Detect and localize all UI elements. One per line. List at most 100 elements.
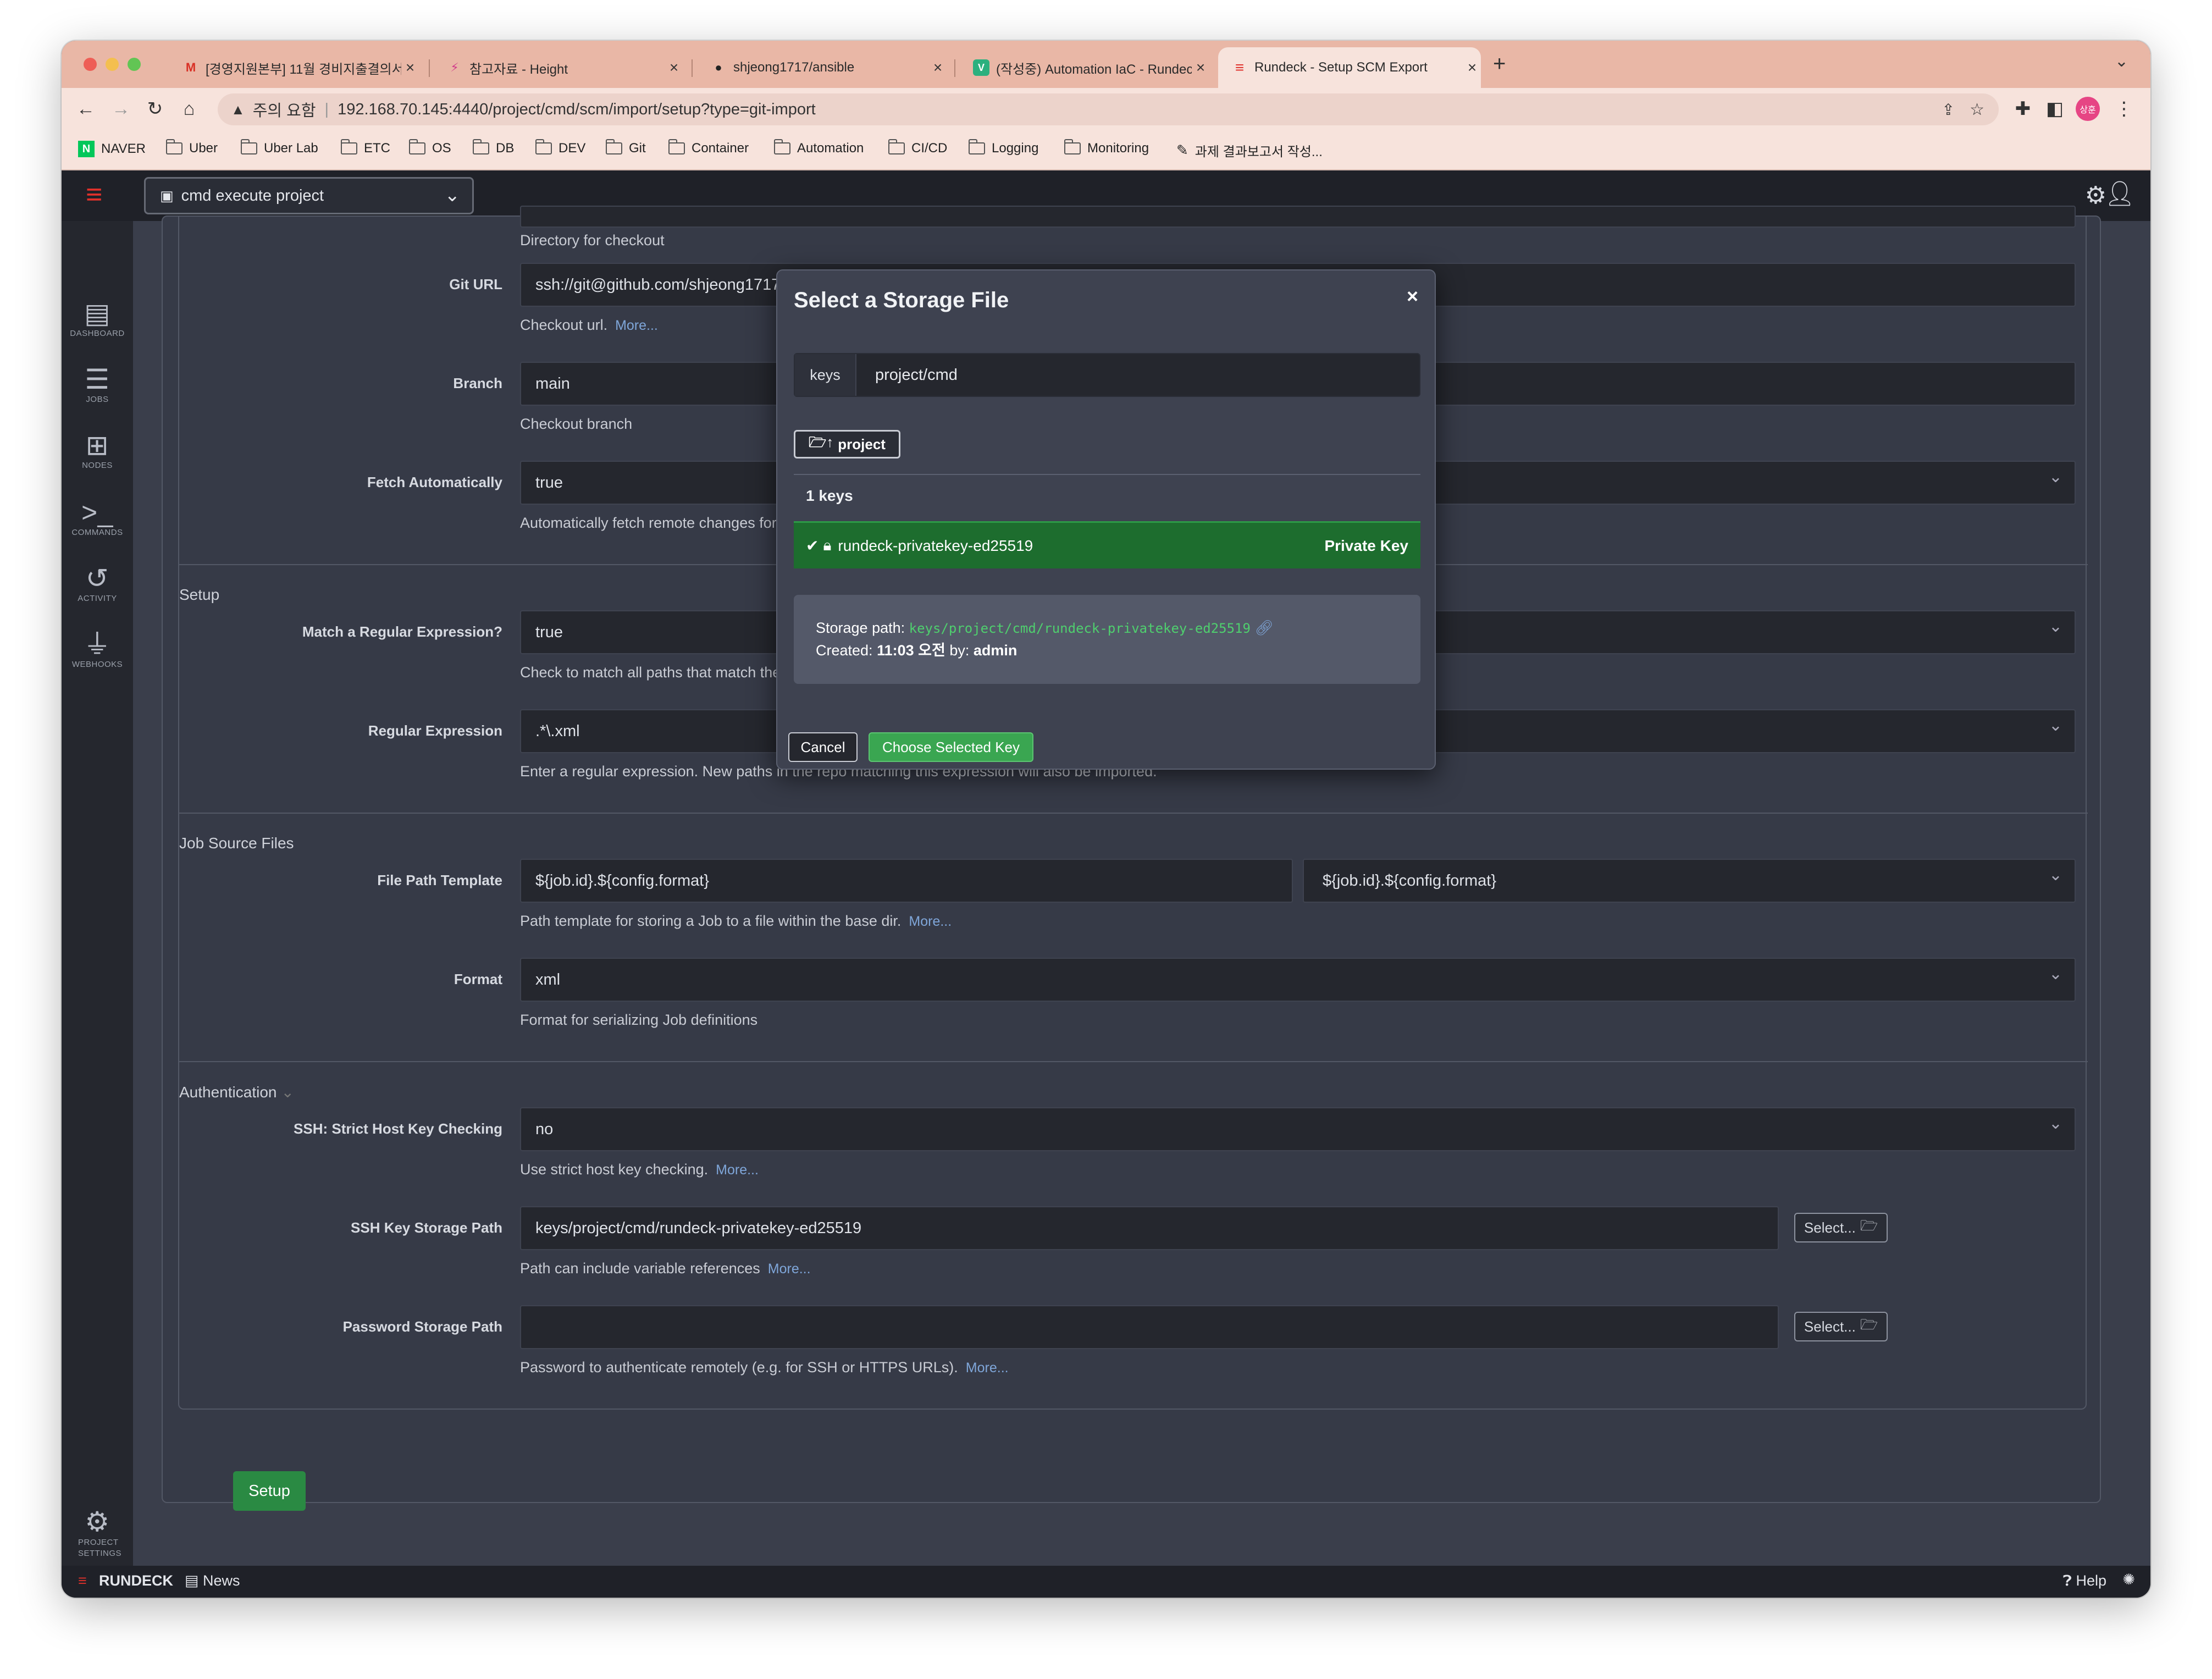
tab-automation-iac[interactable]: V (작성중) Automation IaC - Rundeck × — [962, 47, 1209, 88]
maximize-window-button[interactable] — [128, 58, 141, 71]
bookmark-folder[interactable]: Container — [668, 139, 749, 156]
profile-avatar[interactable]: 상훈 — [2076, 97, 2100, 121]
checkout-dir-help: Directory for checkout — [520, 232, 665, 248]
home-icon[interactable]: ⌂ — [176, 96, 202, 122]
sidebar-item-project-settings[interactable]: ⚙ PROJECT SETTINGS — [62, 1506, 133, 1559]
close-tab-icon[interactable]: × — [401, 59, 419, 76]
folder-open-icon: 🗁︎ — [1860, 1217, 1878, 1234]
bookmark-star-icon[interactable]: ☆ — [1970, 100, 1984, 119]
file-path-more-link[interactable]: More... — [909, 914, 952, 929]
modal-close-icon[interactable]: × — [1407, 285, 1418, 308]
bookmark-folder[interactable]: Git — [606, 139, 646, 156]
created-by: admin — [973, 642, 1017, 659]
sidebar-item-commands[interactable]: >_ COMMANDS — [62, 497, 133, 537]
bookmark-naver[interactable]: N NAVER — [78, 141, 146, 157]
browser-menu-icon[interactable]: ⋮ — [2111, 96, 2137, 122]
tab-rundeck[interactable]: ≡ Rundeck - Setup SCM Export × — [1218, 47, 1481, 88]
share-icon[interactable]: ⇪ — [1942, 101, 1955, 119]
format-select[interactable]: xml — [520, 958, 2076, 1002]
git-url-more-link[interactable]: More... — [615, 318, 658, 333]
rundeck-logo-icon[interactable]: ≡ — [86, 180, 102, 209]
close-tab-icon[interactable]: × — [929, 59, 947, 76]
cancel-button[interactable]: Cancel — [788, 732, 858, 762]
password-more-link[interactable]: More... — [966, 1360, 1009, 1376]
key-list-item[interactable]: ✔ 🔒︎ rundeck-privatekey-ed25519 Private … — [794, 521, 1420, 568]
ssh-key-path-input[interactable]: keys/project/cmd/rundeck-privatekey-ed25… — [520, 1206, 1779, 1250]
forward-icon[interactable]: → — [108, 96, 134, 122]
sitemap-icon: ⊞ — [85, 430, 109, 461]
link-icon[interactable]: 🔗︎ — [1254, 620, 1273, 636]
sidebar-item-jobs[interactable]: ☰ JOBS — [62, 364, 133, 404]
bookmark-folder[interactable]: Uber — [166, 139, 218, 156]
setup-button[interactable]: Setup — [233, 1471, 306, 1511]
gmail-icon: M — [185, 60, 196, 74]
bookmark-folder[interactable]: OS — [409, 139, 451, 156]
bookmark-folder[interactable]: ETC — [341, 139, 390, 156]
bookmark-folder[interactable]: Monitoring — [1064, 139, 1149, 156]
user-icon[interactable]: 👤︎ — [2104, 179, 2135, 208]
password-path-input[interactable] — [520, 1305, 1779, 1349]
strict-host-help: Use strict host key checking. More... — [520, 1161, 759, 1178]
bookmark-report[interactable]: ✎ 과제 결과보고서 작성... — [1176, 141, 1323, 160]
address-bar[interactable]: ▲ 주의 요함 | 192.168.70.145:4440/project/cm… — [218, 93, 1999, 125]
bookmark-folder[interactable]: Logging — [969, 139, 1038, 156]
bookmark-folder[interactable]: DB — [473, 139, 514, 156]
tab-github[interactable]: ● shjeong1717/ansible × — [699, 47, 947, 88]
ssh-key-select-button[interactable]: Select... 🗁︎ — [1794, 1213, 1888, 1242]
checkout-dir-input[interactable] — [520, 206, 2076, 228]
plug-icon: ⏚ — [83, 629, 112, 660]
folder-open-icon: 🗁︎ — [1860, 1316, 1878, 1333]
ssh-key-more-link[interactable]: More... — [768, 1261, 811, 1277]
storage-path-input[interactable]: keys project/cmd — [794, 353, 1420, 397]
file-path-template-select[interactable]: ${job.id}.${config.format} — [1303, 859, 2076, 903]
chevron-down-icon: ⌄ — [281, 1084, 294, 1101]
url-text[interactable]: 192.168.70.145:4440/project/cmd/scm/impo… — [338, 101, 816, 119]
minimize-window-button[interactable] — [106, 58, 119, 71]
sidebar-item-webhooks[interactable]: ⏚ WEBHOOKS — [62, 629, 133, 669]
modal-title: Select a Storage File — [794, 288, 1009, 312]
close-tab-icon[interactable]: × — [1192, 59, 1209, 76]
height-icon: ⚡ — [450, 60, 459, 74]
password-select-button[interactable]: Select... 🗁︎ — [1794, 1312, 1888, 1341]
footer-brand[interactable]: RUNDECK — [99, 1572, 173, 1589]
file-path-template-input[interactable]: ${job.id}.${config.format} — [520, 859, 1293, 903]
tab-menu-chevron-icon[interactable]: ⌄ — [2115, 52, 2128, 71]
news-link[interactable]: ▤ News — [185, 1572, 240, 1589]
close-window-button[interactable] — [84, 58, 97, 71]
extensions-puzzle-icon[interactable]: ✚ — [2010, 96, 2036, 122]
reload-icon[interactable]: ↻ — [142, 96, 168, 122]
path-value[interactable]: project/cmd — [856, 366, 958, 384]
folder-icon — [668, 139, 685, 154]
folder-icon — [341, 139, 357, 154]
bookmark-folder[interactable]: Automation — [774, 139, 864, 156]
sidebar-item-activity[interactable]: ↺ ACTIVITY — [62, 563, 133, 603]
password-path-label: Password Storage Path — [342, 1318, 502, 1335]
back-icon[interactable]: ← — [73, 96, 99, 122]
strict-host-select[interactable]: no — [520, 1107, 2076, 1151]
help-link[interactable]: ❓︎ Help — [2063, 1572, 2106, 1590]
sidebar-item-dashboard[interactable]: ▤ DASHBOARD — [62, 298, 133, 338]
parent-folder-button[interactable]: 🗁︎↑ project — [794, 430, 900, 459]
gear-icon[interactable]: ⚙ — [2085, 181, 2106, 209]
close-tab-icon[interactable]: × — [665, 59, 683, 76]
folder-icon — [969, 139, 985, 154]
bookmark-folder[interactable]: Uber Lab — [241, 139, 318, 156]
new-tab-icon[interactable]: + — [1493, 52, 1506, 76]
theme-sun-icon[interactable]: ✺ — [2122, 1571, 2135, 1588]
password-path-help: Password to authenticate remotely (e.g. … — [520, 1359, 1009, 1376]
strict-host-label: SSH: Strict Host Key Checking — [294, 1120, 502, 1137]
choose-selected-key-button[interactable]: Choose Selected Key — [869, 732, 1033, 762]
sidebar-item-nodes[interactable]: ⊞ NODES — [62, 430, 133, 470]
auth-section-title[interactable]: Authentication ⌄ — [179, 1083, 294, 1101]
tab-title: [경영지원본부] 11월 경비지출결의서 — [206, 62, 401, 77]
close-tab-icon[interactable]: × — [1463, 59, 1481, 76]
tab-expense[interactable]: M [경영지원본부] 11월 경비지출결의서 × — [172, 47, 419, 88]
strict-host-more-link[interactable]: More... — [716, 1162, 759, 1178]
bookmark-folder[interactable]: CI/CD — [888, 139, 947, 156]
tab-height[interactable]: ⚡ 참고자료 - Height × — [435, 47, 683, 88]
bookmark-folder[interactable]: DEV — [535, 139, 585, 156]
question-icon: ❓︎ — [2062, 1572, 2076, 1589]
branch-label: Branch — [453, 375, 502, 391]
project-selector[interactable]: ▣ cmd execute project ⌄ — [144, 177, 474, 214]
side-panel-icon[interactable]: ◧ — [2042, 96, 2068, 122]
